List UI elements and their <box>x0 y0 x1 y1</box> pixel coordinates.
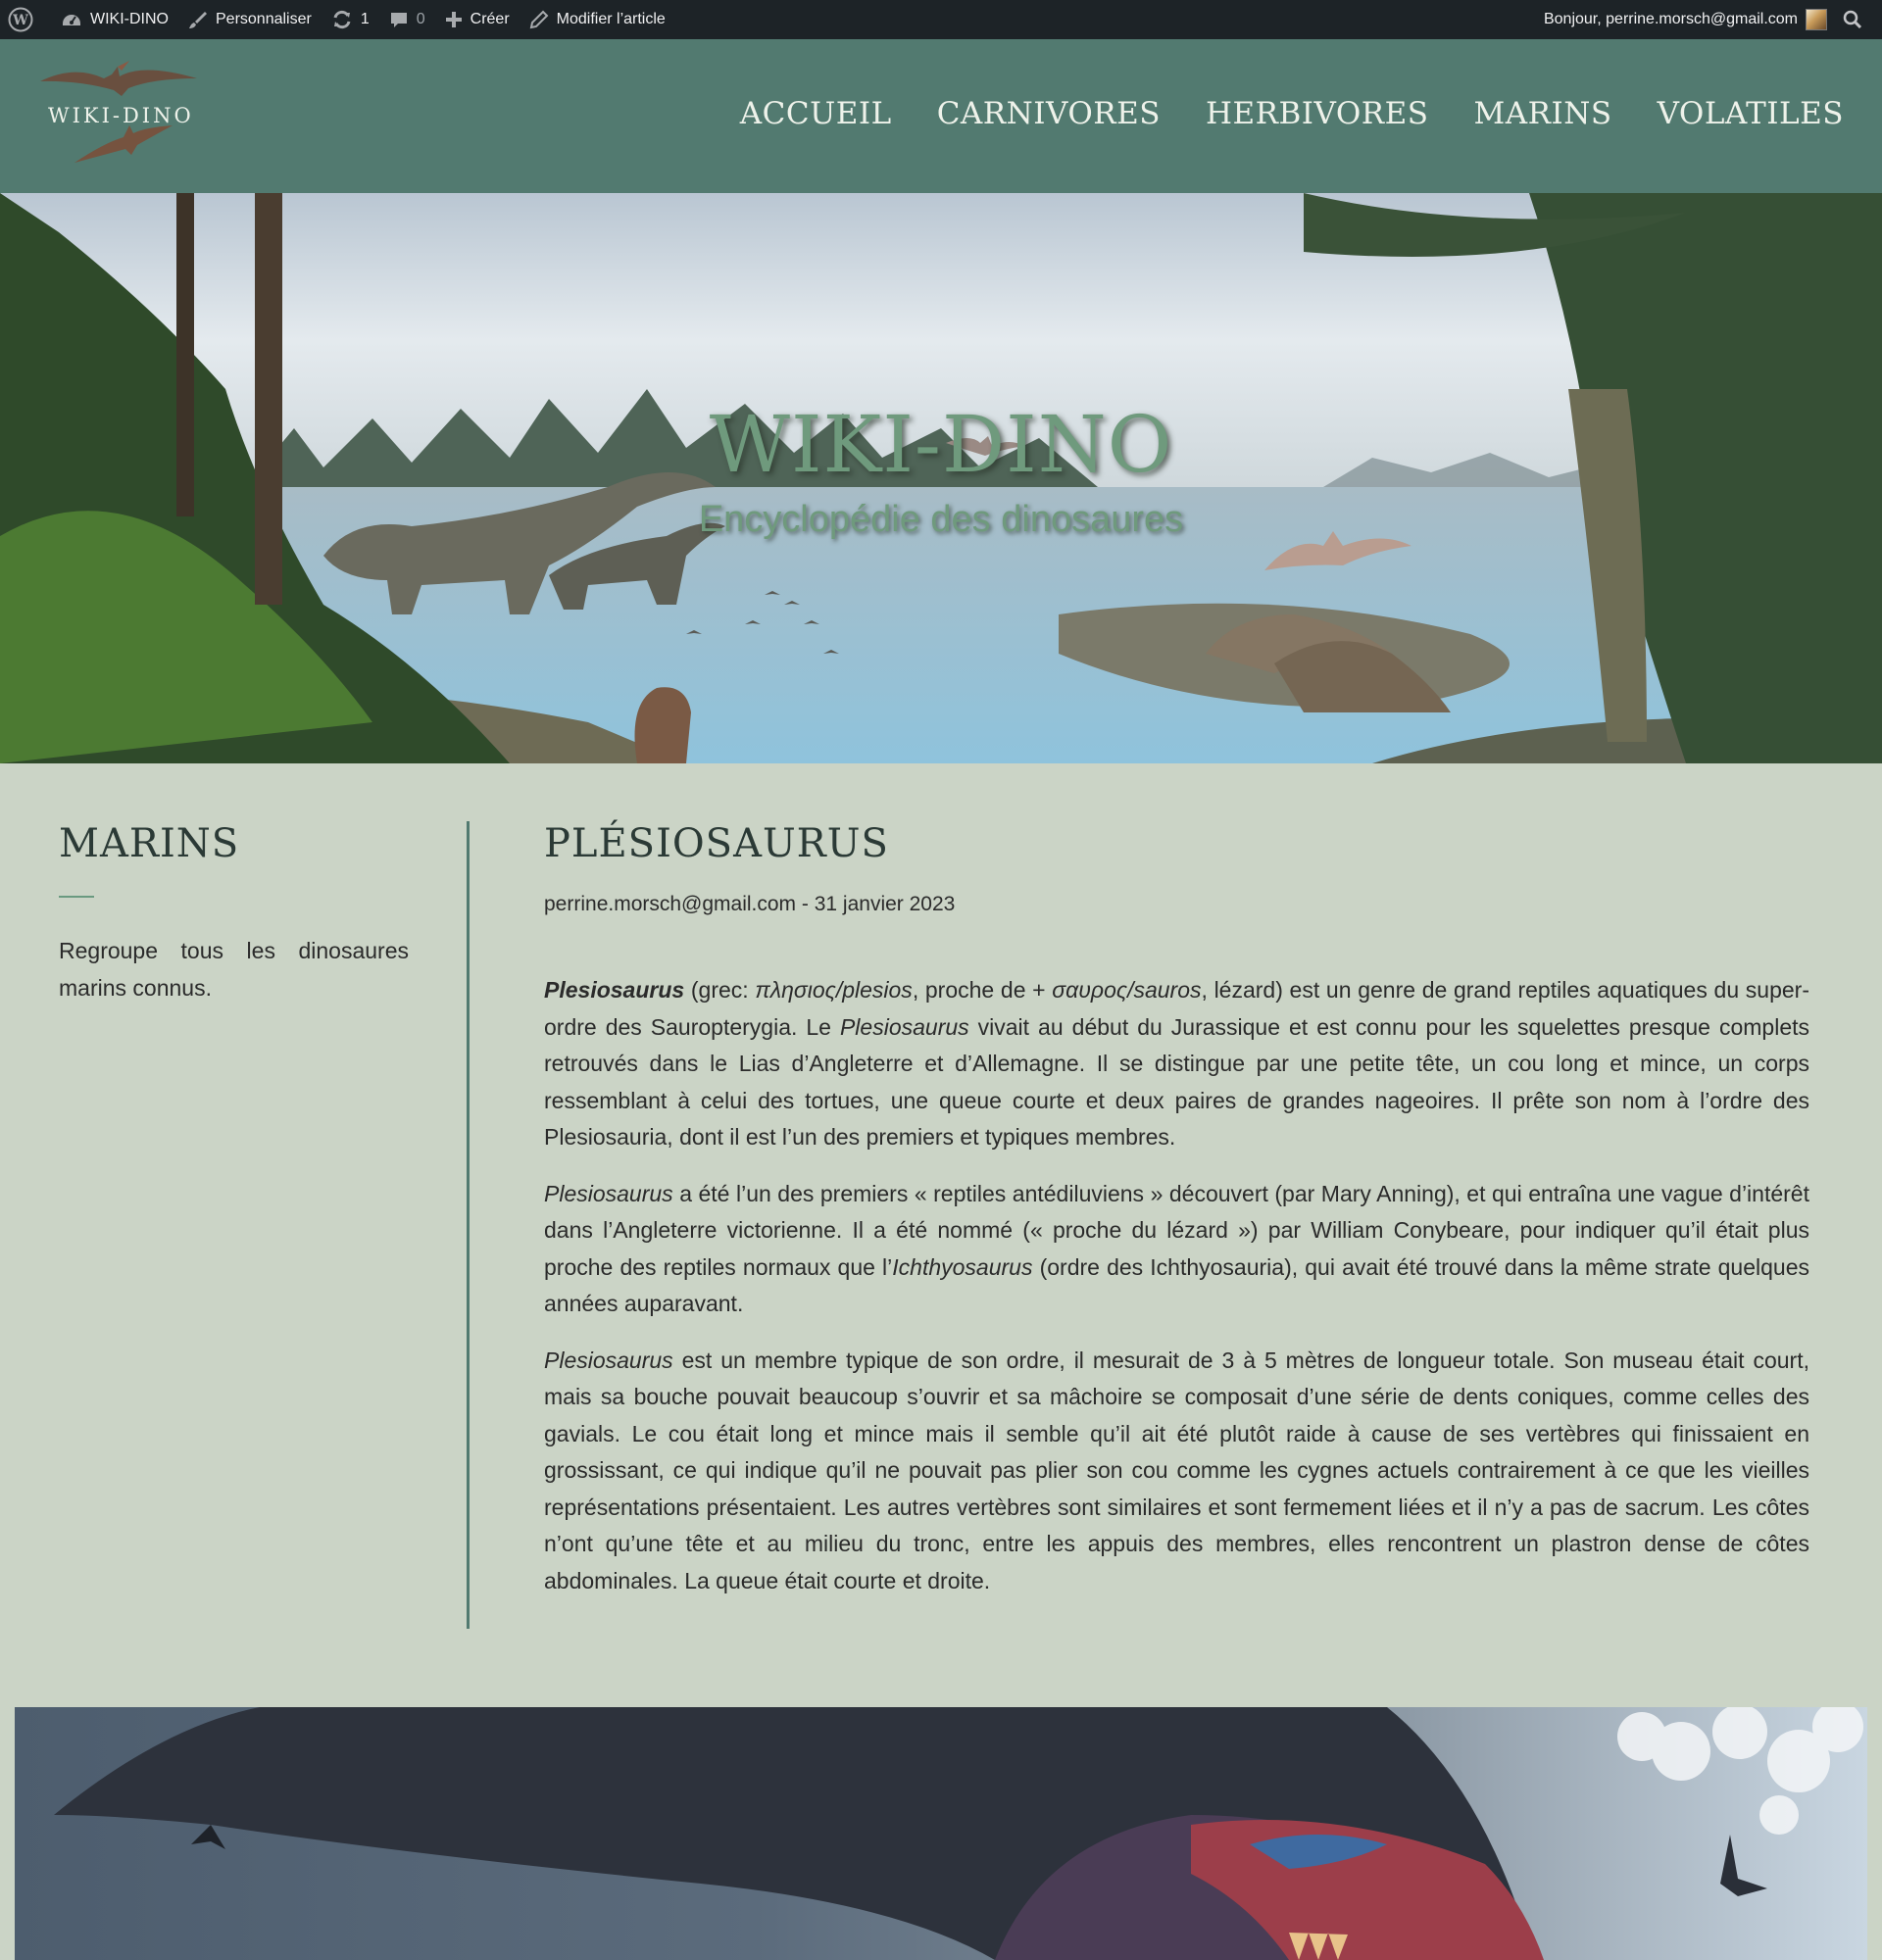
search-button[interactable] <box>1833 0 1882 39</box>
updates-link[interactable]: 1 <box>322 0 379 39</box>
admin-bar: W WIKI-DINO Personnaliser 1 0 Créer Modi… <box>0 0 1882 39</box>
updates-count: 1 <box>360 11 370 27</box>
refresh-icon <box>333 10 351 29</box>
nav-item-carnivores[interactable]: CARNIVORES <box>937 96 1161 131</box>
hero-banner: WIKI-DINO Encyclopédie des dinosaures <box>0 193 1882 763</box>
nav-item-accueil[interactable]: ACCUEIL <box>740 96 892 131</box>
greeting: Bonjour, perrine.morsch@gmail.com <box>1543 11 1798 27</box>
admin-bar-secondary: Bonjour, perrine.morsch@gmail.com <box>1534 0 1882 39</box>
article: PLÉSIOSAURUS perrine.morsch@gmail.com - … <box>544 821 1809 1619</box>
hero-title: WIKI-DINO <box>709 399 1173 490</box>
paragraph-3: Plesiosaurus est un membre typique de so… <box>544 1347 1809 1593</box>
edit-post-link[interactable]: Modifier l’article <box>520 0 675 39</box>
nav-item-volatiles[interactable]: VOLATILES <box>1658 96 1844 131</box>
article-body: Plesiosaurus (grec: πλησιος/plesios, pro… <box>544 972 1809 1599</box>
category-title: MARINS <box>59 821 240 866</box>
customize-label: Personnaliser <box>216 11 312 27</box>
new-label: Créer <box>470 11 510 27</box>
site-name-link[interactable]: WIKI-DINO <box>51 0 178 39</box>
paragraph-2: Plesiosaurus a été l’un des premiers « r… <box>544 1180 1809 1317</box>
footer-dinosaur-image <box>15 1707 1867 1960</box>
nav-item-marins[interactable]: MARINS <box>1474 96 1612 131</box>
comment-icon <box>390 13 407 27</box>
article-meta: perrine.morsch@gmail.com - 31 janvier 20… <box>544 893 1809 916</box>
post-date: 31 janvier 2023 <box>814 893 956 915</box>
category-sidebar: MARINS Regroupe tous les dinosaures mari… <box>59 821 409 1006</box>
genus-name: Plesiosaurus <box>544 977 685 1003</box>
title-underline <box>59 896 94 898</box>
brush-icon <box>189 12 207 28</box>
new-content-link[interactable]: Créer <box>435 0 520 39</box>
comments-count: 0 <box>416 11 425 27</box>
avatar <box>1806 9 1827 30</box>
logo-text: WIKI-DINO <box>48 104 194 127</box>
vertical-divider <box>467 821 470 1629</box>
meta-separator: - <box>796 893 815 915</box>
main-navigation: ACCUEIL CARNIVORES HERBIVORES MARINS VOL… <box>695 96 1844 131</box>
wordpress-menu[interactable]: W <box>0 0 51 39</box>
plus-icon <box>445 12 462 27</box>
genus-name: Plesiosaurus <box>544 1180 673 1206</box>
pencil-icon <box>529 10 549 29</box>
edit-post-label: Modifier l’article <box>556 11 666 27</box>
my-account-link[interactable]: Bonjour, perrine.morsch@gmail.com <box>1534 0 1833 39</box>
dashboard-icon <box>63 15 80 25</box>
site-header: WIKI-DINO ACCUEIL CARNIVORES HERBIVORES … <box>0 39 1882 193</box>
genus-name: Ichthyosaurus <box>892 1253 1033 1280</box>
trex-illustration <box>54 1707 1863 1960</box>
site-name: WIKI-DINO <box>90 11 169 27</box>
genus-name: Plesiosaurus <box>544 1347 673 1373</box>
nav-item-herbivores[interactable]: HERBIVORES <box>1206 96 1429 131</box>
category-description: Regroupe tous les dinosaures marins conn… <box>59 938 409 1001</box>
article-title: PLÉSIOSAURUS <box>544 821 889 866</box>
greek-term: πλησιος/plesios <box>755 977 913 1003</box>
paragraph-1: Plesiosaurus (grec: πλησιος/plesios, pro… <box>544 977 1809 1150</box>
search-icon <box>1843 10 1862 29</box>
author-link[interactable]: perrine.morsch@gmail.com <box>544 893 796 915</box>
genus-name: Plesiosaurus <box>839 1013 969 1040</box>
comments-link[interactable]: 0 <box>379 0 435 39</box>
svg-text:W: W <box>12 13 28 28</box>
wordpress-icon: W <box>8 7 33 32</box>
hero-subtitle: Encyclopédie des dinosaures <box>698 499 1184 540</box>
customize-link[interactable]: Personnaliser <box>178 0 322 39</box>
greek-term: σαυρος/sauros <box>1052 977 1202 1003</box>
